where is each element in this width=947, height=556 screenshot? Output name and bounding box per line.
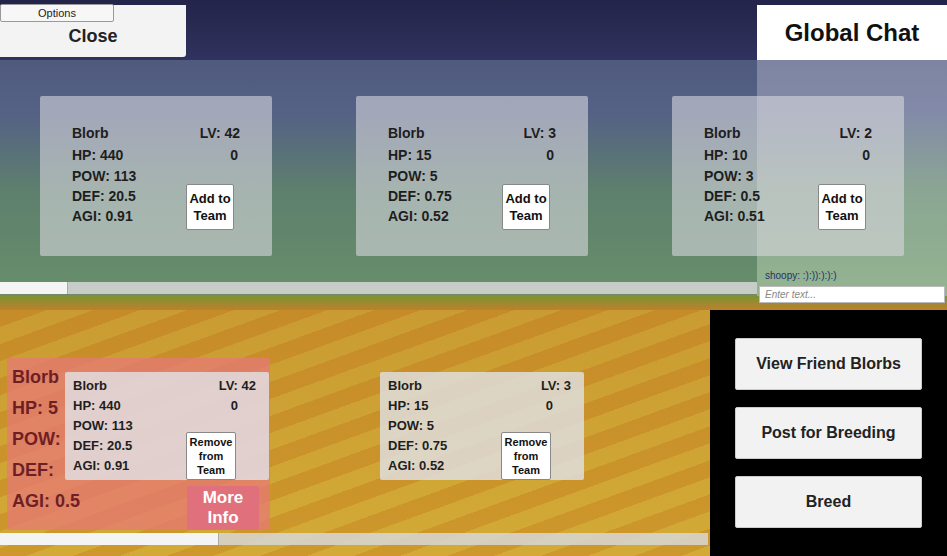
card-header: Blorb LV: 42: [73, 376, 256, 396]
add-to-team-button[interactable]: Add to Team: [502, 184, 550, 230]
blorb-stat: DEF: 20.5: [72, 186, 136, 206]
blorb-level: LV: 42: [200, 122, 240, 144]
team-section: Blorb HP: 5POW:DEF:AGI: 0.5 More Info Bl…: [0, 310, 947, 556]
blorb-card: Blorb LV: 3 HP: 15 0 POW: 5DEF: 0.75AGI:…: [356, 96, 588, 256]
available-blorbs-list: Blorb LV: 42 HP: 440 0 POW: 113DEF: 20.5…: [0, 60, 947, 256]
card-hp-row: HP: 15 0: [388, 144, 556, 166]
blorb-stats: POW: 5DEF: 0.75AGI: 0.52: [388, 166, 452, 226]
actions-panel: View Friend Blorbs Post for Breeding Breed: [710, 310, 947, 556]
blorb-hp: HP: 440: [73, 396, 121, 416]
card-header: Blorb LV: 2: [704, 122, 872, 144]
more-info-button[interactable]: More Info: [187, 486, 259, 530]
blorb-stat: AGI: 0.52: [388, 456, 447, 476]
scroll-thumb[interactable]: [0, 282, 68, 294]
team-blorb-card: Blorb LV: 42 HP: 440 0 POW: 113DEF: 20.5…: [65, 372, 269, 480]
blorb-level: LV: 42: [219, 376, 256, 396]
blorb-stats: POW: 113DEF: 20.5AGI: 0.91: [73, 416, 133, 476]
action-button[interactable]: View Friend Blorbs: [735, 338, 922, 390]
header: Close Options Global Chat: [0, 0, 947, 60]
blorb-stat: POW: 5: [388, 166, 452, 186]
blorb-stat: POW: 113: [73, 416, 133, 436]
blorb-card: Blorb LV: 2 HP: 10 0 POW: 3DEF: 0.5AGI: …: [672, 96, 904, 256]
card-hp-row: HP: 440 0: [72, 144, 240, 166]
add-to-team-button[interactable]: Add to Team: [186, 184, 234, 230]
blorb-name: Blorb: [704, 122, 741, 144]
blorb-stat: POW: 113: [72, 166, 136, 186]
blorb-stats: POW: 5DEF: 0.75AGI: 0.52: [388, 416, 447, 476]
add-to-team-button[interactable]: Add to Team: [818, 184, 866, 230]
blorb-stat: AGI: 0.91: [73, 456, 133, 476]
blorb-hp: HP: 10: [704, 144, 748, 166]
blorb-stat: DEF: 0.5: [704, 186, 765, 206]
card-hp-row: HP: 440 0: [73, 396, 256, 416]
chat-input[interactable]: [759, 286, 945, 303]
blorb-hp: HP: 15: [388, 144, 432, 166]
available-scrollbar[interactable]: [0, 282, 757, 294]
blorb-xp: 0: [546, 396, 553, 416]
blorb-stat: DEF: 20.5: [73, 436, 133, 456]
card-header: Blorb LV: 42: [72, 122, 240, 144]
blorb-stat: AGI: 0.51: [704, 206, 765, 226]
blorb-stat: AGI: 0.52: [388, 206, 452, 226]
team-blorb-card: Blorb LV: 3 HP: 15 0 POW: 5DEF: 0.75AGI:…: [380, 372, 584, 480]
card-hp-row: HP: 10 0: [704, 144, 872, 166]
close-button[interactable]: Close Options: [0, 5, 186, 57]
available-blorbs-panel: Blorb LV: 42 HP: 440 0 POW: 113DEF: 20.5…: [0, 60, 947, 296]
chat-message: shoopy: :):)):):):): [757, 264, 947, 286]
blorb-stat: POW: 3: [704, 166, 765, 186]
action-button[interactable]: Post for Breeding: [735, 407, 922, 459]
action-button[interactable]: Breed: [735, 476, 922, 528]
card-header: Blorb LV: 3: [388, 122, 556, 144]
blorb-xp: 0: [231, 396, 238, 416]
blorb-xp: 0: [230, 144, 238, 166]
remove-from-team-button[interactable]: Remove from Team: [186, 432, 236, 480]
scroll-thumb[interactable]: [0, 533, 219, 545]
blorb-stat: POW: 5: [388, 416, 447, 436]
global-chat-title: Global Chat: [757, 5, 947, 60]
blorb-stat: DEF: 0.75: [388, 436, 447, 456]
blorb-level: LV: 2: [840, 122, 872, 144]
remove-from-team-button[interactable]: Remove from Team: [501, 432, 551, 480]
blorb-stat: AGI: 0.91: [72, 206, 136, 226]
game-screen: Close Options Global Chat Blorb LV: 42 H…: [0, 0, 947, 556]
blorb-name: Blorb: [72, 122, 109, 144]
card-hp-row: HP: 15 0: [388, 396, 571, 416]
chat-panel: shoopy: :):)):):):): [757, 264, 947, 303]
team-list: Blorb LV: 42 HP: 440 0 POW: 113DEF: 20.5…: [0, 310, 710, 480]
blorb-stats: POW: 113DEF: 20.5AGI: 0.91: [72, 166, 136, 226]
blorb-name: Blorb: [388, 376, 422, 396]
blorb-stats: POW: 3DEF: 0.5AGI: 0.51: [704, 166, 765, 226]
blorb-hp: HP: 15: [388, 396, 428, 416]
team-panel: Blorb HP: 5POW:DEF:AGI: 0.5 More Info Bl…: [0, 310, 710, 556]
blorb-xp: 0: [862, 144, 870, 166]
blorb-card: Blorb LV: 42 HP: 440 0 POW: 113DEF: 20.5…: [40, 96, 272, 256]
blorb-xp: 0: [546, 144, 554, 166]
card-header: Blorb LV: 3: [388, 376, 571, 396]
options-tab[interactable]: Options: [0, 4, 114, 22]
blorb-level: LV: 3: [541, 376, 571, 396]
blorb-name: Blorb: [388, 122, 425, 144]
blorb-stat: DEF: 0.75: [388, 186, 452, 206]
blorb-hp: HP: 440: [72, 144, 123, 166]
blorb-name: Blorb: [73, 376, 107, 396]
team-scrollbar[interactable]: [0, 533, 708, 545]
blorb-level: LV: 3: [524, 122, 556, 144]
